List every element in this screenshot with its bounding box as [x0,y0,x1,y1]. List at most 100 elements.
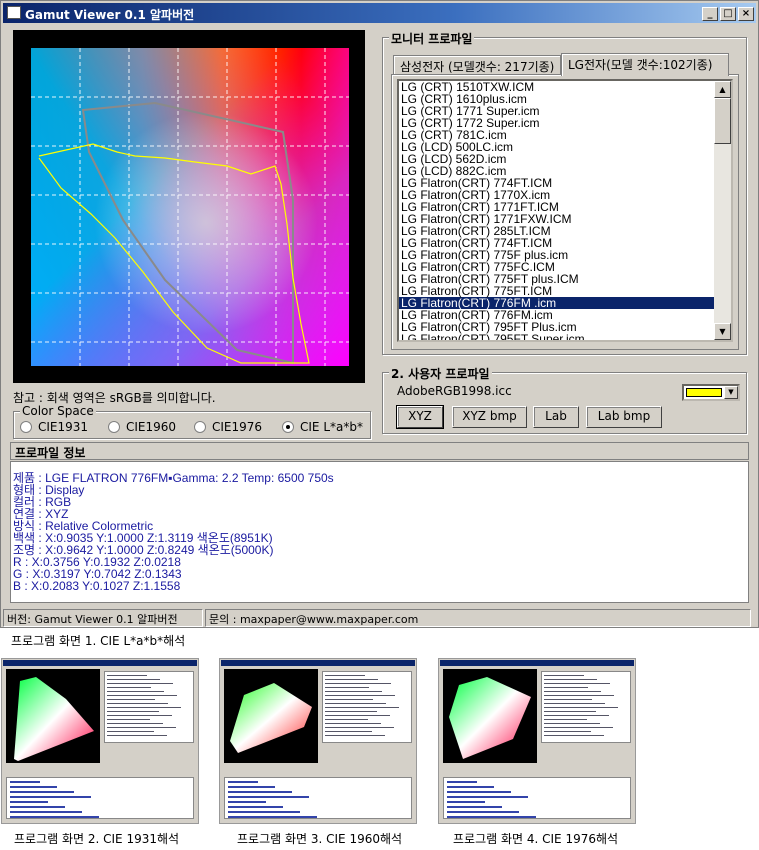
thumbnail-list-line [544,695,614,696]
caption-thumb1: 프로그램 화면 2. CIE 1931해석 [14,832,180,846]
profile-info-panel: 제품 : LGE FLATRON 776FM▪Gamma: 2.2 Temp: … [10,461,749,603]
thumbnail-list-line [325,731,372,732]
thumbnail-list-line [107,715,172,716]
thumbnail-info-line [447,796,528,798]
user-profile-legend: 2. 사용자 프로파일 [389,365,492,382]
caption-thumb2: 프로그램 화면 3. CIE 1960해석 [237,832,403,846]
radio-cie1931[interactable]: CIE1931 [20,420,88,434]
tab-samsung[interactable]: 삼성전자 (모델갯수: 217기종) [393,55,561,75]
radio-dot-selected [282,421,294,433]
maximize-icon[interactable]: □ [720,7,736,21]
thumbnail-list-line [107,735,167,736]
thumbnail-list-line [107,691,164,692]
profile-list-item[interactable]: LG Flatron(CRT) 795FT Super.icm [399,333,714,340]
radio-cie1976[interactable]: CIE1976 [194,420,262,434]
radio-label: CIE1960 [126,420,177,434]
minimize-icon[interactable]: _ [702,7,718,21]
thumbnail-list-line [325,675,365,676]
radio-label: CIE1976 [212,420,263,434]
thumbnail-info-line [447,811,519,813]
color-space-group: Color Space CIE1931 CIE1960 CIE1976 CIE … [13,404,371,439]
thumbnail-plot-canvas [449,677,531,759]
thumbnail-info [6,777,194,819]
thumbnail-list-line [544,703,605,704]
thumbnail-list-line [107,707,181,708]
thumbnail-list-line [107,679,160,680]
thumbnail-info-line [10,811,82,813]
thumbnail-info-line [447,781,477,783]
lab-bmp-button[interactable]: Lab bmp [586,406,662,428]
thumbnail-info-line [228,781,258,783]
thumbnail-info [443,777,631,819]
thumbnail-list-line [544,727,613,728]
thumbnail-titlebar [440,660,634,666]
scroll-down-arrow-icon[interactable]: ▼ [714,323,731,340]
thumbnail-plot [443,669,537,763]
scroll-up-arrow-icon[interactable]: ▲ [714,81,731,98]
thumbnail-plot [224,669,318,763]
thumbnail-list-line [544,691,601,692]
thumbnail-info [224,777,412,819]
thumbnail-list [322,671,412,743]
monitor-profile-legend: 모니터 프로파일 [389,30,475,47]
xyz-bmp-button[interactable]: XYZ bmp [452,406,527,428]
status-contact: 문의 : maxpaper@www.maxpaper.com [205,609,751,627]
vertical-scrollbar[interactable]: ▲ ▼ [714,81,731,340]
lab-button[interactable]: Lab [533,406,579,428]
xyz-button[interactable]: XYZ [396,405,444,429]
window-title: Gamut Viewer 0.1 알파버전 [25,8,195,22]
title-bar[interactable]: Gamut Viewer 0.1 알파버전 _ □ × [3,3,756,23]
status-version: 버전: Gamut Viewer 0.1 알파버전 [3,609,203,627]
thumbnail-info-line [228,816,317,818]
thumbnail-list-line [544,723,600,724]
thumbnail-info-line [10,786,57,788]
tab-lg[interactable]: LG전자(모델 갯수:102기종) [561,53,729,76]
thumbnail-list-line [107,711,159,712]
scroll-thumb[interactable] [714,98,731,144]
thumbnail-list-line [325,715,390,716]
profile-list[interactable]: LG (CRT) 1510TXW.ICM LG (CRT) 1610plus.ic… [397,79,733,342]
thumbnail-list-line [325,707,399,708]
thumbnail-cie1960 [219,658,417,824]
thumbnail-list-line [107,727,176,728]
radio-cie1960[interactable]: CIE1960 [108,420,176,434]
color-dropdown[interactable]: ▼ [682,384,740,401]
thumbnail-plot-canvas [14,677,94,761]
thumbnail-cie1931 [1,658,199,824]
thumbnail-list-line [544,683,610,684]
thumbnail-list-line [544,719,587,720]
user-profile-file[interactable]: AdobeRGB1998.icc [393,382,675,400]
dropdown-arrow-icon[interactable]: ▼ [724,386,738,399]
gamut-plot-canvas [31,48,349,366]
thumbnail-cie1976 [438,658,636,824]
thumbnail-plot [6,669,100,763]
thumbnail-list-line [544,679,597,680]
thumbnail-list-line [107,719,150,720]
thumbnail-titlebar [221,660,415,666]
radio-dot [108,421,120,433]
radio-cie-lab[interactable]: CIE L*a*b* [282,420,363,434]
thumbnail-list-line [544,711,596,712]
thumbnail-info-line [447,801,485,803]
radio-label: CIE L*a*b* [300,420,363,434]
thumbnail-list-line [325,711,377,712]
thumbnail-list-line [544,675,584,676]
thumbnail-list-line [325,691,382,692]
thumbnail-list-line [325,703,386,704]
profile-info-line: B : X:0.2083 Y:0.1027 Z:1.1558 [13,579,181,593]
thumbnail-list-line [325,695,395,696]
radio-dot [194,421,206,433]
profile-list-items: LG (CRT) 1510TXW.ICM LG (CRT) 1610plus.ic… [399,81,714,340]
thumbnail-list-line [325,699,373,700]
thumbnail-info-line [10,801,48,803]
app-icon [7,6,21,19]
thumbnail-info-line [228,796,309,798]
thumbnail-list-line [107,723,163,724]
thumbnail-info-line [10,796,91,798]
thumbnail-list-line [325,723,381,724]
thumbnail-info-line [228,791,292,793]
close-icon[interactable]: × [738,7,754,21]
thumbnail-info-line [447,816,536,818]
thumbnail-list-line [544,687,588,688]
thumbnail-list-line [544,735,604,736]
